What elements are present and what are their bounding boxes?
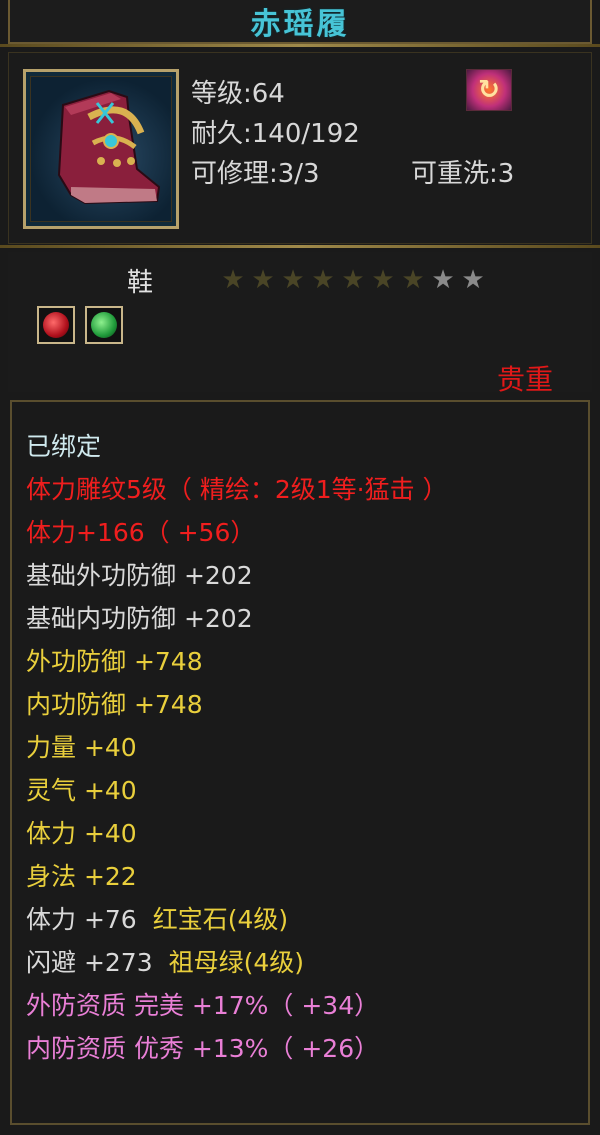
star-icon: ★ — [461, 265, 485, 295]
ruby-gem-icon — [37, 306, 75, 344]
item-header: 等级:64 耐久:140/192 可修理:3/3 可重洗:3 ↻ — [8, 52, 592, 244]
item-type: 鞋 — [127, 268, 154, 298]
title-bar: 赤瑶履 — [8, 0, 592, 44]
item-name: 赤瑶履 — [250, 7, 350, 42]
star-icon: ★ — [311, 265, 335, 295]
ext-quality-line: 外防资质 完美 +17%（ +34） — [26, 991, 380, 1020]
gem1-name: 红宝石(4级) — [152, 905, 289, 934]
base-int-def-line: 基础内功防御 +202 — [26, 604, 253, 633]
stamina-line: 体力 +40 — [26, 819, 137, 848]
item-icon-frame — [23, 69, 179, 229]
rarity-label: 贵重 — [497, 363, 554, 396]
divider — [0, 245, 600, 248]
item-level: 等级:64 — [191, 79, 285, 109]
gem2-stat: 闪避 +273 — [26, 948, 153, 977]
item-durability: 耐久:140/192 — [191, 119, 360, 149]
ext-def-line: 外功防御 +748 — [26, 647, 203, 676]
base-ext-def-line: 基础外功防御 +202 — [26, 561, 253, 590]
star-rating: ★ ★ ★ ★ ★ ★ ★ ★ ★ — [218, 266, 488, 294]
gem1-line: 体力 +76 红宝石(4级) — [26, 905, 288, 935]
spirit-line: 灵气 +40 — [26, 776, 137, 805]
star-icon: ★ — [371, 265, 395, 295]
star-icon: ★ — [431, 265, 455, 295]
star-icon: ★ — [251, 265, 275, 295]
fire-element-icon: ↻ — [466, 69, 512, 111]
strength-line: 力量 +40 — [26, 733, 137, 762]
star-icon: ★ — [221, 265, 245, 295]
star-icon: ★ — [401, 265, 425, 295]
engrave-line: 体力雕纹5级（ 精绘：2级1等·猛击 ） — [26, 475, 448, 504]
item-rewash-count: 可重洗:3 — [411, 159, 515, 189]
int-def-line: 内功防御 +748 — [26, 690, 203, 719]
boot-icon — [30, 76, 172, 222]
bound-status: 已绑定 — [26, 432, 102, 461]
divider — [0, 44, 600, 47]
item-tooltip: 赤瑶履 等级:64 耐久:140/192 可修理:3/3 可重洗:3 ↻ 鞋 ★… — [0, 0, 600, 1135]
gem1-stat: 体力 +76 — [26, 905, 137, 934]
stamina-main-line: 体力+166（ +56） — [26, 518, 256, 547]
star-icon: ★ — [341, 265, 365, 295]
star-icon: ★ — [281, 265, 305, 295]
gem2-line: 闪避 +273 祖母绿(4级) — [26, 948, 304, 978]
emerald-gem-icon — [85, 306, 123, 344]
item-repair-count: 可修理:3/3 — [191, 159, 320, 189]
agility-line: 身法 +22 — [26, 862, 137, 891]
gem2-name: 祖母绿(4级) — [168, 948, 305, 977]
int-quality-line: 内防资质 优秀 +13%（ +26） — [26, 1034, 380, 1063]
